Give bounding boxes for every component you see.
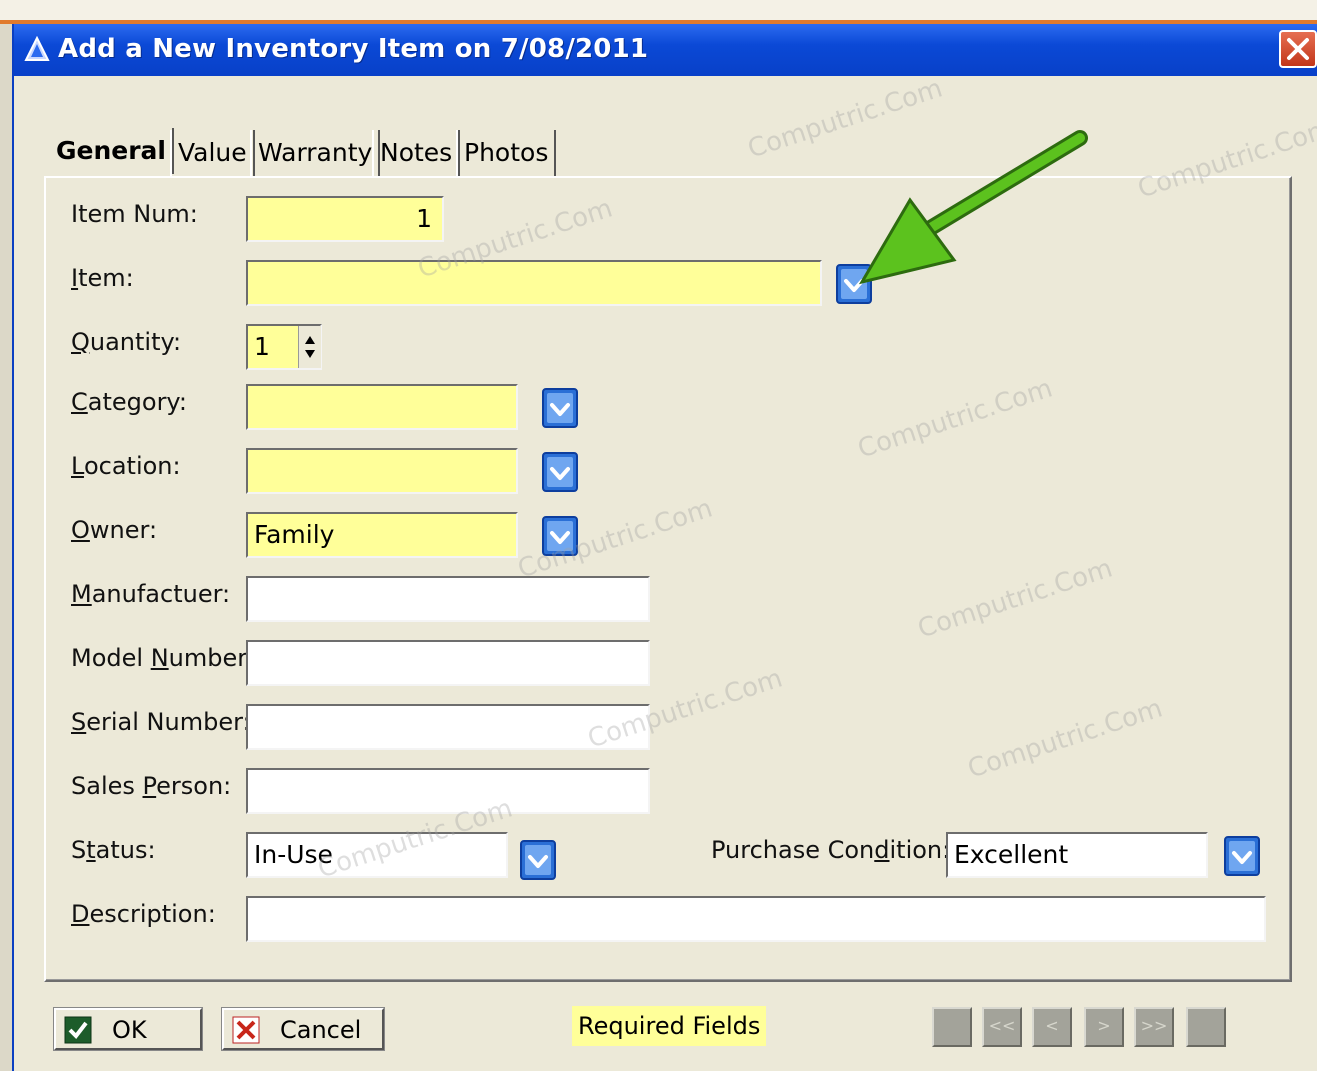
green-arrow-annotation xyxy=(858,130,1088,285)
model-number-label: Model Number: xyxy=(71,644,255,672)
nav-next-button[interactable]: > xyxy=(1084,1007,1124,1047)
item-label: Item: xyxy=(71,264,134,292)
status-dropdown-button[interactable] xyxy=(520,840,556,880)
add-inventory-dialog: Add a New Inventory Item on 7/08/2011 Ge… xyxy=(12,24,1317,1071)
window-title: Add a New Inventory Item on 7/08/2011 xyxy=(58,34,649,64)
tab-notes[interactable]: Notes xyxy=(372,130,461,176)
description-label: Description: xyxy=(71,900,216,928)
item-num-label: Item Num: xyxy=(71,200,198,228)
app-triangle-icon xyxy=(24,36,50,61)
sales-person-field[interactable] xyxy=(246,768,650,814)
owner-field[interactable]: Family xyxy=(246,512,518,558)
location-dropdown-button[interactable] xyxy=(542,452,578,492)
title-bar[interactable]: Add a New Inventory Item on 7/08/2011 xyxy=(14,24,1317,76)
serial-number-label: Serial Number: xyxy=(71,708,251,736)
purchase-condition-dropdown-button[interactable] xyxy=(1224,836,1260,876)
cancel-x-icon xyxy=(232,1016,260,1044)
manufacturer-label: Manufactuer: xyxy=(71,580,231,608)
quantity-value: 1 xyxy=(254,332,270,361)
model-number-field[interactable] xyxy=(246,640,650,686)
close-icon xyxy=(1287,38,1309,60)
ok-button[interactable]: OK xyxy=(53,1007,203,1051)
category-dropdown-button[interactable] xyxy=(542,388,578,428)
category-label: Category: xyxy=(71,388,187,416)
manufacturer-field[interactable] xyxy=(246,576,650,622)
ok-label: OK xyxy=(112,1016,147,1044)
cancel-button[interactable]: Cancel xyxy=(221,1007,385,1051)
tab-photos[interactable]: Photos xyxy=(456,130,557,176)
description-field[interactable] xyxy=(246,896,1266,942)
required-fields-legend: Required Fields xyxy=(572,1006,767,1046)
nav-first-button[interactable]: << xyxy=(982,1007,1022,1047)
close-button[interactable] xyxy=(1279,30,1317,68)
quantity-label: Quantity: xyxy=(71,328,182,356)
checkmark-icon xyxy=(64,1016,92,1044)
nav-first-blank-button[interactable] xyxy=(932,1007,972,1047)
background-app-strip xyxy=(0,0,1317,24)
location-label: Location: xyxy=(71,452,181,480)
item-field[interactable] xyxy=(246,260,822,306)
tab-value[interactable]: Value xyxy=(170,130,255,176)
nav-last-blank-button[interactable] xyxy=(1186,1007,1226,1047)
nav-last-button[interactable]: >> xyxy=(1134,1007,1174,1047)
owner-label: Owner: xyxy=(71,516,158,544)
owner-dropdown-button[interactable] xyxy=(542,516,578,556)
tab-warranty[interactable]: Warranty xyxy=(250,130,381,176)
sales-person-label: Sales Person: xyxy=(71,772,232,800)
serial-number-field[interactable] xyxy=(246,704,650,750)
status-label: Status: xyxy=(71,836,156,864)
tab-general[interactable]: General xyxy=(50,128,174,174)
status-field[interactable]: In-Use xyxy=(246,832,508,878)
purchase-condition-label: Purchase Condition: xyxy=(711,836,951,864)
spin-arrows-icon xyxy=(305,336,315,358)
nav-prev-button[interactable]: < xyxy=(1032,1007,1072,1047)
location-field[interactable] xyxy=(246,448,518,494)
category-field[interactable] xyxy=(246,384,518,430)
purchase-condition-field[interactable]: Excellent xyxy=(946,832,1208,878)
item-num-field[interactable]: 1 xyxy=(246,196,444,242)
cancel-label: Cancel xyxy=(280,1016,362,1044)
quantity-spin-buttons[interactable] xyxy=(298,326,321,368)
